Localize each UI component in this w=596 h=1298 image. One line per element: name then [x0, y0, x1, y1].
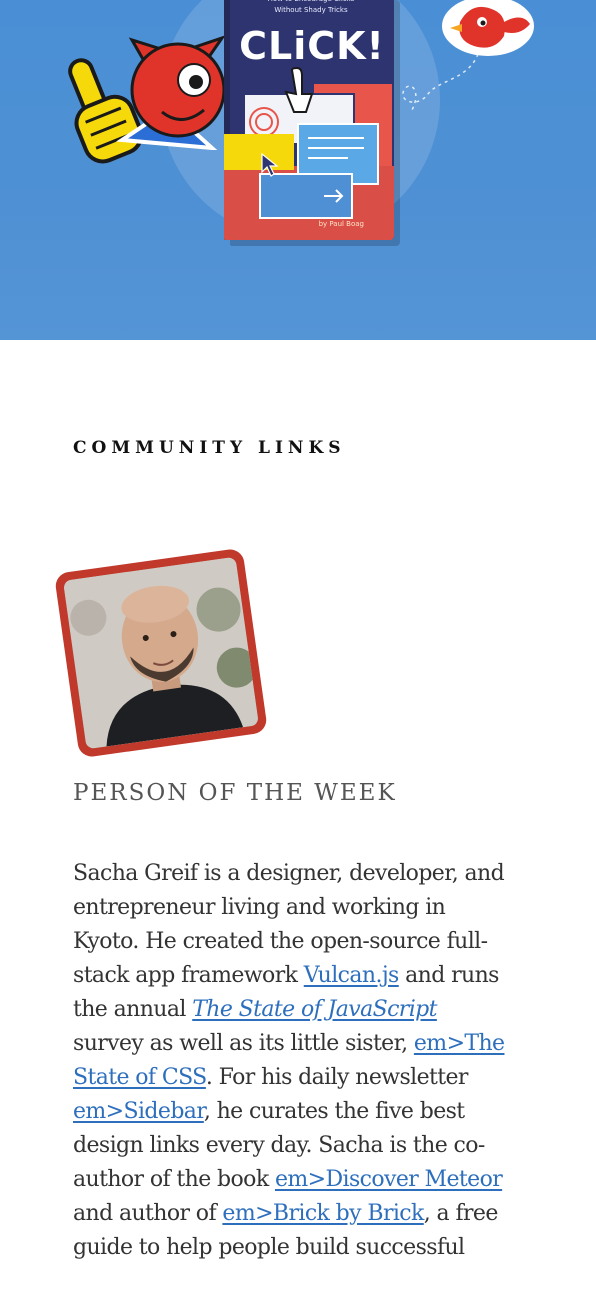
section-heading-community-links: COMMUNITY LINKS — [73, 438, 346, 458]
book-cover[interactable]: How to Encourage Clicks Without Shady Tr… — [224, 0, 394, 240]
person-photo — [63, 556, 259, 750]
promo-banner[interactable]: How to Encourage Clicks Without Shady Tr… — [0, 0, 596, 340]
discover-meteor-link[interactable]: em>Discover Meteor — [275, 1167, 503, 1192]
bio-text: survey as well as its little sister, — [73, 1031, 414, 1056]
person-avatar — [63, 556, 259, 750]
person-photo-frame — [53, 547, 269, 759]
book-title: CLiCK! — [239, 24, 385, 68]
cat-mascot-icon — [116, 35, 226, 150]
sidebar-newsletter-link[interactable]: em>Sidebar — [73, 1099, 204, 1124]
cursor-icon — [284, 66, 314, 113]
book-subtitle: How to Encourage Clicks Without Shady Tr… — [268, 0, 355, 14]
bio-text: and author of — [73, 1201, 223, 1226]
bird-mascot-icon — [442, 0, 534, 56]
bio-text: . For his daily newsletter — [205, 1065, 469, 1090]
person-bio: Sacha Greif is a designer, developer, an… — [73, 857, 513, 1265]
vulcan-js-link[interactable]: Vulcan.js — [304, 963, 400, 988]
person-of-the-week-label: PERSON OF THE WEEK — [73, 780, 397, 806]
brick-by-brick-link[interactable]: em>Brick by Brick — [222, 1201, 424, 1226]
arrow-pointer-icon — [261, 152, 279, 177]
state-of-javascript-link[interactable]: The State of JavaScript — [192, 997, 437, 1022]
book-author: by Paul Boag — [318, 220, 364, 228]
